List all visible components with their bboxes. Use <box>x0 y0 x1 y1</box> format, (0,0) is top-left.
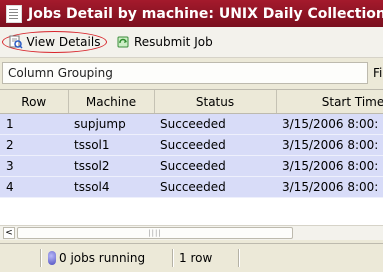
cell-machine: tssol2 <box>68 155 154 177</box>
view-details-button[interactable]: View Details <box>2 31 107 53</box>
cell-start-time: 3/15/2006 8:00: <box>276 155 383 177</box>
cell-status: Succeeded <box>154 155 276 177</box>
filter-label: Fi <box>373 66 383 80</box>
column-grouping-box[interactable]: Column Grouping <box>2 62 368 84</box>
resubmit-label: Resubmit Job <box>134 35 213 49</box>
cell-row: 2 <box>0 134 68 156</box>
cell-status: Succeeded <box>154 134 276 156</box>
cell-status: Succeeded <box>154 113 276 135</box>
column-header-start-time[interactable]: Start Time <box>276 90 383 114</box>
column-header-row[interactable]: Row <box>0 90 69 114</box>
cell-start-time: 3/15/2006 8:00: <box>276 113 383 135</box>
jobs-running-icon <box>48 251 56 265</box>
resubmit-job-button[interactable]: Resubmit Job <box>116 31 213 53</box>
cell-start-time: 3/15/2006 8:00: <box>276 176 383 198</box>
cell-machine: tssol1 <box>68 134 154 156</box>
view-details-label: View Details <box>26 35 101 49</box>
cell-start-time: 3/15/2006 8:00: <box>276 134 383 156</box>
title-bar: Jobs Detail by machine: UNIX Daily Colle… <box>0 0 383 27</box>
table-row[interactable]: 3 tssol2 Succeeded 3/15/2006 8:00: <box>0 155 383 177</box>
jobs-running-status: 0 jobs running <box>48 249 145 267</box>
cell-row: 1 <box>0 113 68 135</box>
cell-status: Succeeded <box>154 176 276 198</box>
status-separator <box>238 249 239 267</box>
table-row[interactable]: 4 tssol4 Succeeded 3/15/2006 8:00: <box>0 176 383 198</box>
cell-machine: supjump <box>68 113 154 135</box>
scroll-left-arrow-icon[interactable]: < <box>3 227 15 239</box>
status-separator <box>40 249 41 267</box>
report-icon <box>6 4 22 23</box>
jobs-running-label: 0 jobs running <box>59 251 146 265</box>
status-bar: 0 jobs running 1 row <box>0 243 383 272</box>
horizontal-scrollbar[interactable]: < |||| <box>0 225 383 240</box>
toolbar: View Details Resubmit Job <box>0 27 383 58</box>
scroll-thumb[interactable]: |||| <box>17 227 293 239</box>
row-count-status: 1 row <box>179 251 213 265</box>
column-grouping-label: Column Grouping <box>8 66 113 80</box>
table-row[interactable]: 1 supjump Succeeded 3/15/2006 8:00: <box>0 113 383 135</box>
grid-header-row: Row Machine Status Start Time <box>0 90 383 114</box>
resubmit-icon <box>117 36 129 48</box>
column-header-machine[interactable]: Machine <box>68 90 155 114</box>
cell-machine: tssol4 <box>68 176 154 198</box>
view-details-icon <box>9 35 23 49</box>
cell-row: 3 <box>0 155 68 177</box>
jobs-grid: Row Machine Status Start Time 1 supjump … <box>0 89 383 227</box>
status-separator <box>172 249 173 267</box>
table-row[interactable]: 2 tssol1 Succeeded 3/15/2006 8:00: <box>0 134 383 156</box>
window-title: Jobs Detail by machine: UNIX Daily Colle… <box>28 5 383 22</box>
cell-row: 4 <box>0 176 68 198</box>
column-header-status[interactable]: Status <box>154 90 277 114</box>
